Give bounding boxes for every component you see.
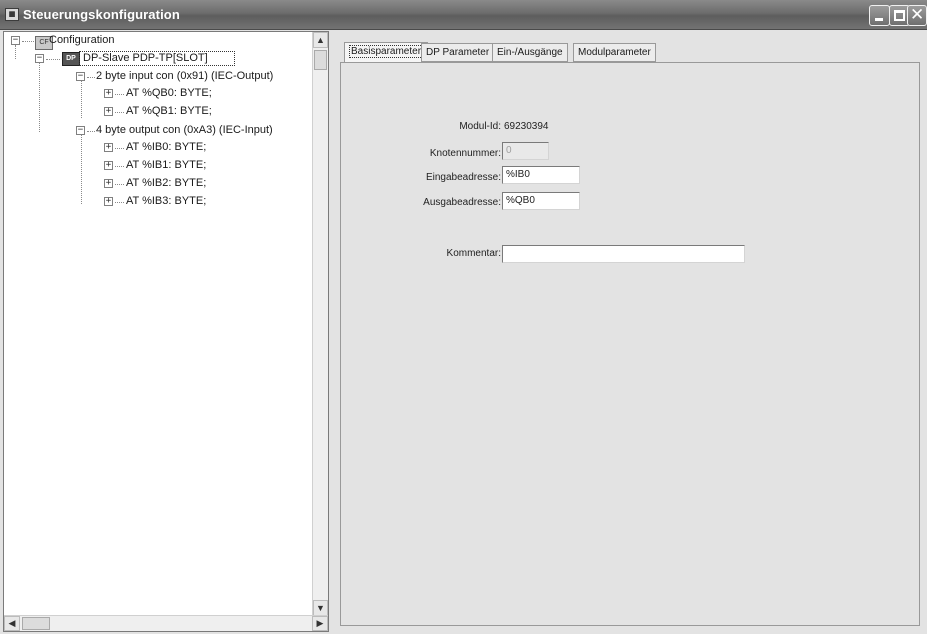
title-bar[interactable]: ▦ Steuerungskonfiguration ✕ <box>0 0 927 30</box>
collapse-icon[interactable]: − <box>11 36 20 45</box>
tree-node-qb1[interactable]: + AT %QB1: BYTE; <box>100 103 280 120</box>
scroll-right-icon[interactable]: ▶ <box>312 616 328 631</box>
tree-node-label: Configuration <box>49 34 115 46</box>
basisparameter-panel: Modul-Id: 69230394 Knotennummer: 0 Einga… <box>340 62 920 626</box>
tree-line <box>115 184 124 185</box>
tree-node-label: AT %QB1: BYTE; <box>126 105 212 117</box>
knotennummer-field: 0 <box>502 142 549 160</box>
tree-line <box>115 202 124 203</box>
kommentar-field[interactable] <box>502 245 745 263</box>
tree-line <box>87 131 95 132</box>
tree-node-label: AT %IB3: BYTE; <box>126 195 207 207</box>
steuerungskonfiguration-window: ▦ Steuerungskonfiguration ✕ − CF Configu… <box>0 0 927 634</box>
configuration-tree[interactable]: − CF Configuration − DP DP-Slave PDP-TP[… <box>3 31 329 632</box>
tree-node-ib0[interactable]: + AT %IB0: BYTE; <box>100 139 280 156</box>
horizontal-scrollbar[interactable]: ◀ ▶ <box>4 615 328 631</box>
tab-basisparameter[interactable]: Basisparameter <box>344 42 429 63</box>
collapse-icon[interactable]: − <box>76 72 85 81</box>
minimize-button[interactable] <box>869 5 890 26</box>
tree-node-qb0[interactable]: + AT %QB0: BYTE; <box>100 85 280 102</box>
tab-label: Ein-/Ausgänge <box>497 47 563 58</box>
tree-node-label: AT %IB1: BYTE; <box>126 159 207 171</box>
tree-node-dp-slave[interactable]: − DP DP-Slave PDP-TP[SLOT] <box>32 50 235 67</box>
tab-label: DP Parameter <box>426 47 490 58</box>
modul-id-value: 69230394 <box>504 121 549 132</box>
scroll-left-icon[interactable]: ◀ <box>4 616 20 631</box>
tree-line <box>22 41 34 42</box>
scroll-down-icon[interactable]: ▼ <box>313 600 328 616</box>
tree-line <box>39 62 40 132</box>
tree-node-ib2[interactable]: + AT %IB2: BYTE; <box>100 175 280 192</box>
tree-node-label: 4 byte output con (0xA3) (IEC-Input) <box>96 124 273 136</box>
window-title: Steuerungskonfiguration <box>23 7 180 22</box>
tab-label: Basisparameter <box>349 45 424 58</box>
tree-node-output-con[interactable]: − 4 byte output con (0xA3) (IEC-Input) <box>72 122 312 139</box>
tree-line <box>115 94 124 95</box>
tree-node-ib1[interactable]: + AT %IB1: BYTE; <box>100 157 280 174</box>
tab-dp-parameter[interactable]: DP Parameter <box>421 43 495 62</box>
ausgabeadresse-field[interactable]: %QB0 <box>502 192 580 210</box>
vertical-scroll-thumb[interactable] <box>314 50 327 70</box>
plc-config-icon: ▦ <box>5 8 19 21</box>
tree-node-input-con[interactable]: − 2 byte input con (0x91) (IEC-Output) <box>72 68 312 85</box>
tree-line <box>115 166 124 167</box>
expand-icon[interactable]: + <box>104 89 113 98</box>
dp-slave-icon: DP <box>62 52 80 66</box>
tree-node-ib3[interactable]: + AT %IB3: BYTE; <box>100 193 280 210</box>
expand-icon[interactable]: + <box>104 179 113 188</box>
ausgabeadresse-label: Ausgabeadresse: <box>423 197 501 208</box>
tab-modulparameter[interactable]: Modulparameter <box>573 43 656 62</box>
modul-id-label: Modul-Id: <box>459 121 501 132</box>
collapse-icon[interactable]: − <box>76 126 85 135</box>
eingabeadresse-label: Eingabeadresse: <box>425 172 501 183</box>
tree-line <box>81 80 82 118</box>
tree-line <box>115 148 124 149</box>
tree-line <box>81 134 82 204</box>
tree-node-label: AT %IB0: BYTE; <box>126 141 207 153</box>
properties-panel: Basisparameter DP Parameter Ein-/Ausgäng… <box>333 31 927 634</box>
tree-node-label: DP-Slave PDP-TP[SLOT] <box>83 52 208 64</box>
kommentar-label: Kommentar: <box>446 248 501 259</box>
tree-node-label: 2 byte input con (0x91) (IEC-Output) <box>96 70 274 82</box>
expand-icon[interactable]: + <box>104 143 113 152</box>
maximize-icon <box>894 10 905 21</box>
tree-line <box>115 112 124 113</box>
tree-line <box>87 77 95 78</box>
minimize-icon <box>875 18 883 21</box>
scroll-up-icon[interactable]: ▲ <box>313 32 328 48</box>
close-icon: ✕ <box>910 5 925 25</box>
expand-icon[interactable]: + <box>104 197 113 206</box>
tree-line <box>46 59 60 60</box>
tab-label: Modulparameter <box>578 47 651 58</box>
expand-icon[interactable]: + <box>104 161 113 170</box>
tab-ein-ausgaenge[interactable]: Ein-/Ausgänge <box>492 43 568 62</box>
eingabeadresse-field[interactable]: %IB0 <box>502 166 580 184</box>
collapse-icon[interactable]: − <box>35 54 44 63</box>
tree-node-label: AT %IB2: BYTE; <box>126 177 207 189</box>
knotennummer-label: Knotennummer: <box>429 148 501 159</box>
tree-node-configuration[interactable]: − CF Configuration <box>8 33 208 50</box>
tree-node-label: AT %QB0: BYTE; <box>126 87 212 99</box>
vertical-scrollbar[interactable]: ▲ ▼ <box>312 32 328 616</box>
close-button[interactable]: ✕ <box>907 5 927 26</box>
expand-icon[interactable]: + <box>104 107 113 116</box>
horizontal-scroll-thumb[interactable] <box>22 617 50 630</box>
